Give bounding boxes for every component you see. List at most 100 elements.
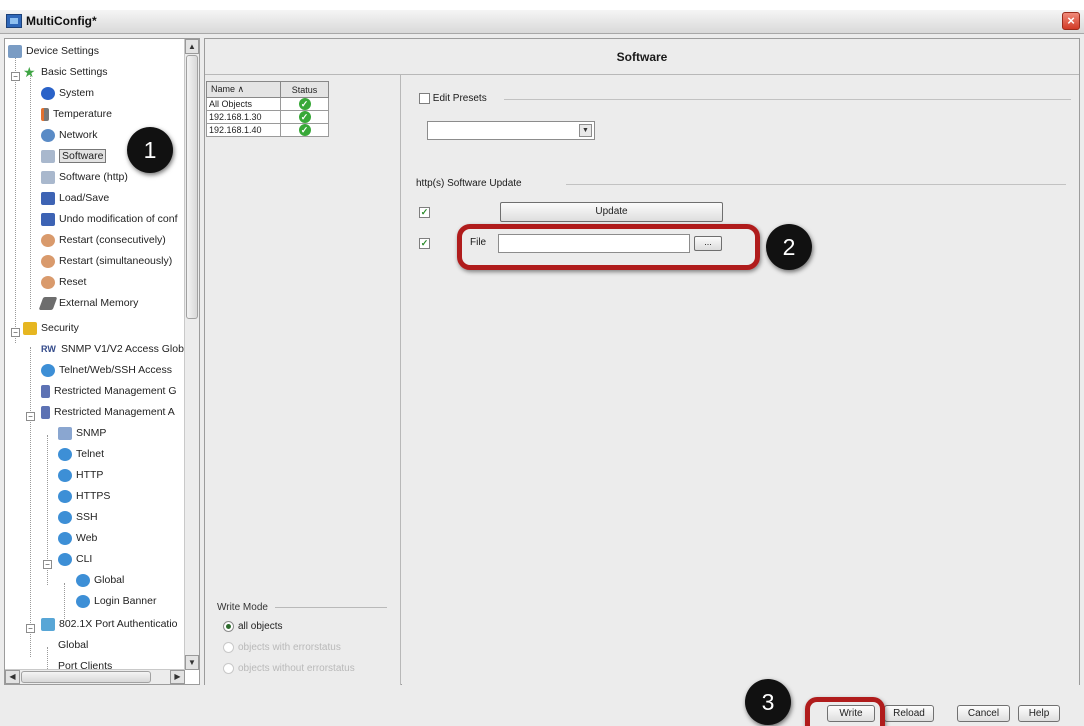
users-icon — [41, 618, 55, 631]
globe-icon — [58, 469, 72, 482]
tree-item-basic-settings[interactable]: ★ Basic Settings — [23, 62, 108, 83]
status-ok-icon: ✓ — [298, 98, 311, 110]
tree-scroll-thumb[interactable] — [186, 55, 198, 319]
tree-item-ssh[interactable]: SSH — [58, 507, 98, 528]
globe-icon — [58, 532, 72, 545]
edit-presets-group: Edit Presets — [419, 93, 1071, 105]
restart-icon — [41, 276, 55, 289]
radio-all-objects[interactable]: all objects — [223, 621, 282, 632]
restart-icon — [41, 255, 55, 268]
app-icon — [6, 14, 22, 28]
scroll-right-arrow-icon[interactable]: ▶ — [170, 670, 185, 684]
collapse-8021x[interactable]: − — [26, 624, 35, 633]
section-divider — [566, 184, 1066, 185]
collapse-security[interactable]: − — [11, 328, 20, 337]
tree-vertical-scrollbar[interactable]: ▲ ▼ — [184, 39, 199, 670]
window-title: MultiConfig* — [26, 14, 97, 28]
chevron-down-icon[interactable]: ▼ — [579, 124, 592, 137]
globe-icon — [58, 490, 72, 503]
tree-item-device-settings[interactable]: Device Settings — [8, 41, 99, 62]
title-bar: MultiConfig* × — [0, 10, 1084, 34]
tree-horizontal-scrollbar[interactable]: ◀ ▶ — [5, 669, 185, 684]
globe-icon — [76, 595, 90, 608]
thermometer-icon — [41, 108, 49, 121]
scroll-left-arrow-icon[interactable]: ◀ — [5, 670, 20, 684]
radio-button — [223, 642, 234, 653]
update-button[interactable]: Update — [500, 202, 723, 222]
tree-item-snmp-access[interactable]: RW SNMP V1/V2 Access Glob — [41, 339, 184, 360]
tree-item-telnet[interactable]: Telnet — [58, 444, 104, 465]
table-row[interactable]: 192.168.1.30 ✓ — [206, 110, 329, 124]
tree-item-http[interactable]: HTTP — [58, 465, 103, 486]
tree-item-external-memory[interactable]: External Memory — [38, 293, 138, 314]
tree-item-cli[interactable]: CLI — [58, 549, 92, 570]
close-button[interactable]: × — [1062, 12, 1080, 30]
tree-item-security[interactable]: Security — [23, 318, 79, 339]
table-row[interactable]: 192.168.1.40 ✓ — [206, 123, 329, 137]
tree-item-software-http[interactable]: Software (http) — [41, 167, 128, 188]
callout-step-2: 2 — [766, 224, 812, 270]
status-ok-icon: ✓ — [298, 124, 311, 136]
tree-item-restart-consecutively[interactable]: Restart (consecutively) — [41, 230, 166, 251]
star-icon: ★ — [23, 64, 36, 80]
restart-icon — [41, 234, 55, 247]
column-header-status[interactable]: Status — [280, 81, 329, 98]
reload-button[interactable]: Reload — [884, 705, 934, 722]
tree-item-undo-modification[interactable]: Undo modification of conf — [41, 209, 177, 230]
tree-item-restricted-management-a[interactable]: Restricted Management A — [41, 402, 175, 423]
table-row[interactable]: All Objects ✓ — [206, 97, 329, 111]
tree-item-software[interactable]: Software — [41, 146, 107, 167]
globe-icon — [58, 553, 72, 566]
edit-presets-checkbox[interactable] — [419, 93, 430, 104]
tree-item-8021x-global[interactable]: Global — [58, 635, 88, 682]
page-title: Software — [205, 39, 1079, 75]
cancel-button[interactable]: Cancel — [957, 705, 1010, 722]
objects-table: Name ∧ Status All Objects ✓ 192.168.1.30… — [206, 81, 329, 137]
presets-dropdown[interactable]: ▼ — [427, 121, 595, 140]
file-checkbox[interactable]: ✓ — [419, 238, 430, 249]
radio-button — [223, 663, 234, 674]
collapse-cli[interactable]: − — [43, 560, 52, 569]
radio-button[interactable] — [223, 621, 234, 632]
collapse-restricted-management[interactable]: − — [26, 412, 35, 421]
scroll-down-arrow-icon[interactable]: ▼ — [185, 655, 199, 670]
column-header-name[interactable]: Name ∧ — [206, 81, 281, 98]
tree-item-temperature[interactable]: Temperature — [41, 104, 112, 125]
globe-icon — [58, 448, 72, 461]
update-checkbox[interactable]: ✓ — [419, 207, 430, 218]
tree-item-snmp[interactable]: SNMP — [58, 423, 106, 444]
radio-objects-with-errorstatus: objects with errorstatus — [223, 642, 341, 653]
tree-item-login-banner[interactable]: Login Banner — [76, 591, 156, 612]
button-bar: Write Reload Cancel Help — [0, 689, 1084, 726]
tree-item-reset[interactable]: Reset — [41, 272, 86, 293]
software-update-label: http(s) Software Update — [416, 178, 522, 189]
tree-item-web[interactable]: Web — [58, 528, 97, 549]
help-button[interactable]: Help — [1018, 705, 1060, 722]
tree-item-telnet-web-ssh-access[interactable]: Telnet/Web/SSH Access — [41, 360, 172, 381]
tree-connector — [30, 73, 31, 309]
object-name: 192.168.1.30 — [206, 110, 281, 124]
disk-icon — [41, 213, 55, 226]
tree-item-restart-simultaneously[interactable]: Restart (simultaneously) — [41, 251, 172, 272]
tree-item-https[interactable]: HTTPS — [58, 486, 110, 507]
write-mode-group: Write Mode all objects objects with erro… — [217, 601, 387, 674]
edit-presets-label: Edit Presets — [432, 93, 487, 105]
tree-hscroll-thumb[interactable] — [21, 671, 151, 683]
tree-item-network[interactable]: Network — [41, 125, 98, 146]
radio-objects-without-errorstatus: objects without errorstatus — [223, 663, 355, 674]
scroll-up-arrow-icon[interactable]: ▲ — [185, 39, 199, 54]
info-icon — [41, 87, 55, 100]
tree-item-restricted-management-g[interactable]: Restricted Management G — [41, 381, 177, 402]
tree-item-system[interactable]: System — [41, 83, 94, 104]
callout-step-3: 3 — [745, 679, 791, 725]
software-icon — [41, 150, 55, 163]
tree-item-load-save[interactable]: Load/Save — [41, 188, 109, 209]
network-icon — [41, 129, 55, 142]
tree-item-8021x-port-authentication[interactable]: 802.1X Port Authenticatio — [41, 614, 178, 635]
content-area: Software Name ∧ Status All Objects ✓ 192… — [204, 38, 1080, 685]
collapse-basic-settings[interactable]: − — [11, 72, 20, 81]
globe-icon — [58, 511, 72, 524]
tree-item-cli-global[interactable]: Global — [76, 570, 124, 591]
object-name: 192.168.1.40 — [206, 123, 281, 137]
section-divider — [504, 99, 1071, 100]
